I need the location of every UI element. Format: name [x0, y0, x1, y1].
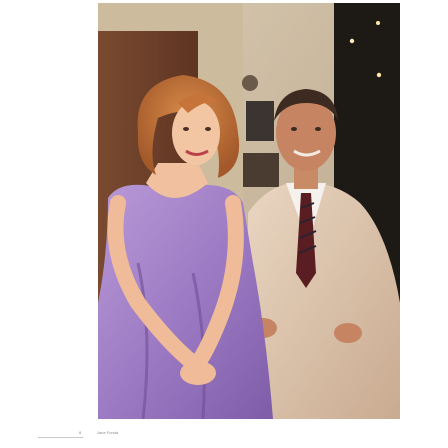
running-head: Jane Fonda — [97, 430, 119, 435]
photograph — [98, 3, 400, 419]
page-footer: 8 Jane Fonda — [0, 428, 448, 448]
photo-illustration — [98, 3, 400, 419]
page-number: 8 — [79, 430, 82, 435]
wall-sign — [246, 101, 274, 141]
footer-rule — [38, 437, 83, 438]
